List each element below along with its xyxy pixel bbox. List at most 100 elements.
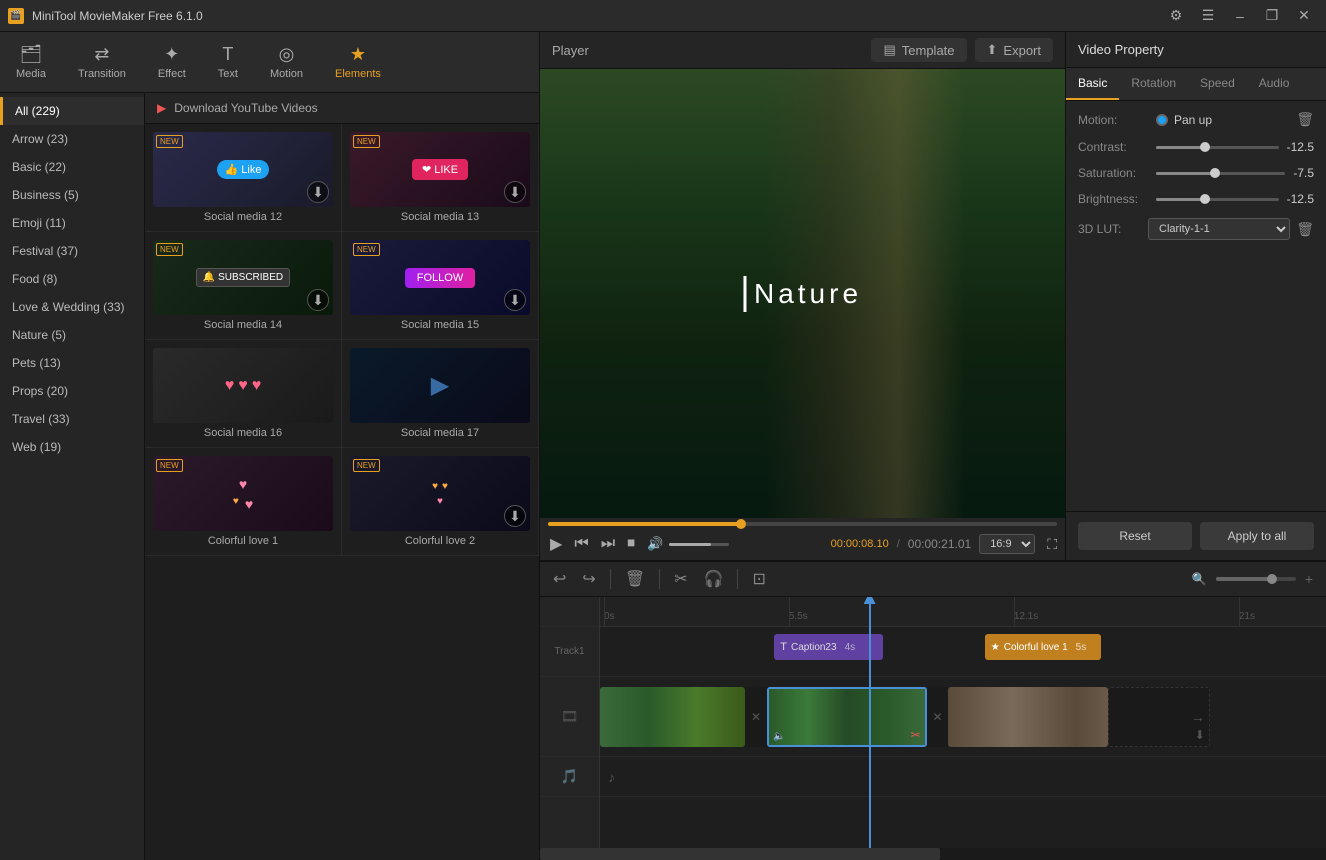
saturation-slider[interactable]	[1156, 172, 1285, 175]
sidebar-item-food[interactable]: Food (8)	[0, 265, 144, 293]
prev-button[interactable]: ⏮	[572, 533, 590, 555]
play-button[interactable]: ▶	[548, 532, 564, 556]
scrollbar-thumb[interactable]	[540, 848, 940, 860]
transition-icon: ⇄	[94, 44, 109, 65]
sm15-preview: FOLLOW	[405, 268, 475, 288]
tab-audio[interactable]: Audio	[1247, 68, 1302, 100]
brightness-slider[interactable]	[1156, 198, 1279, 201]
download-cl2-icon[interactable]: ⬇	[504, 505, 526, 527]
music-track-icon: 🎵	[561, 768, 578, 785]
motion-radio[interactable]	[1156, 114, 1168, 126]
download-sm13-icon[interactable]: ⬇	[504, 181, 526, 203]
toolbar-transition[interactable]: ⇄ Transition	[64, 38, 140, 86]
minimize-button[interactable]: –	[1226, 6, 1254, 26]
export-button[interactable]: ⬆ Export	[975, 38, 1053, 62]
toolbar-media[interactable]: 🗂 Media	[2, 38, 60, 86]
aspect-ratio-select[interactable]: 16:9 4:3 1:1	[979, 534, 1035, 554]
toolbar-elements[interactable]: ★ Elements	[321, 38, 395, 86]
undo-button[interactable]: ↩	[548, 566, 571, 592]
sidebar-item-love[interactable]: Love & Wedding (33)	[0, 293, 144, 321]
contrast-handle[interactable]	[1200, 142, 1210, 152]
sidebar-item-web[interactable]: Web (19)	[0, 433, 144, 461]
reset-button[interactable]: Reset	[1078, 522, 1192, 550]
download-sm15-icon[interactable]: ⬇	[504, 289, 526, 311]
timeline-content[interactable]: 0s 5.5s 12.1s 21s	[600, 597, 1326, 848]
element-cl1[interactable]: NEW ♥ ♥♥ Colorful love 1	[145, 448, 342, 556]
volume-slider[interactable]	[669, 543, 729, 546]
element-sm14[interactable]: NEW 🔔 SUBSCRIBED ⬇ Social media 14	[145, 232, 342, 340]
settings-button[interactable]: ⚙	[1162, 6, 1190, 26]
fullscreen-button[interactable]: ⛶	[1047, 536, 1057, 553]
playhead[interactable]	[869, 597, 871, 848]
zoom-handle[interactable]	[1267, 574, 1277, 584]
sidebar-item-basic[interactable]: Basic (22)	[0, 153, 144, 181]
timeline-scrollbar[interactable]	[540, 848, 1326, 860]
effect-icon: ✦	[164, 44, 179, 65]
volume-icon[interactable]: 🔊	[645, 534, 665, 554]
sidebar-item-business[interactable]: Business (5)	[0, 181, 144, 209]
ruler-0s: 0s	[604, 611, 615, 622]
element-sm15-label: Social media 15	[350, 319, 530, 331]
brightness-handle[interactable]	[1200, 194, 1210, 204]
player-panel: Player ▤ Template ⬆ Export	[540, 32, 1066, 560]
apply-all-button[interactable]: Apply to all	[1200, 522, 1314, 550]
download-sm14-icon[interactable]: ⬇	[307, 289, 329, 311]
element-sm12[interactable]: NEW 👍 Like ⬇ Social media 12	[145, 124, 342, 232]
zoom-slider[interactable]	[1216, 577, 1296, 581]
toolbar-motion[interactable]: ◎ Motion	[256, 38, 317, 86]
element-cl2[interactable]: NEW ♥♥ ♥ ⬇ Colorful love 2	[342, 448, 539, 556]
element-sm16[interactable]: ♥♥♥ Social media 16	[145, 340, 342, 448]
close-button[interactable]: ✕	[1290, 6, 1318, 26]
cl2-preview: ♥♥ ♥	[432, 481, 448, 507]
restore-button[interactable]: ❐	[1258, 6, 1286, 26]
element-sm15[interactable]: NEW FOLLOW ⬇ Social media 15	[342, 232, 539, 340]
transition-2[interactable]: ✕	[927, 687, 949, 747]
video-clip-1[interactable]	[600, 687, 745, 747]
element-item[interactable]: ★ Colorful love 1 5s	[985, 634, 1101, 660]
cut-button[interactable]: ✂	[669, 566, 692, 592]
audio-button[interactable]: 🎧	[699, 566, 729, 592]
zoom-add-icon[interactable]: +	[1300, 568, 1318, 590]
progress-bar[interactable]	[548, 522, 1057, 526]
tab-rotation[interactable]: Rotation	[1119, 68, 1188, 100]
mute-icon: 🔈	[773, 731, 785, 742]
contrast-slider[interactable]	[1156, 146, 1279, 149]
sidebar-item-pets[interactable]: Pets (13)	[0, 349, 144, 377]
crop-button[interactable]: ⊡	[747, 566, 770, 592]
sidebar-item-arrow[interactable]: Arrow (23)	[0, 125, 144, 153]
download-sm12-icon[interactable]: ⬇	[307, 181, 329, 203]
transition-1[interactable]: ✕	[745, 687, 767, 747]
element-sm13[interactable]: NEW ❤ LIKE ⬇ Social media 13	[342, 124, 539, 232]
delete-clip-button[interactable]: 🗑	[620, 566, 650, 592]
download-youtube-bar[interactable]: ▶ Download YouTube Videos	[145, 93, 539, 124]
saturation-handle[interactable]	[1210, 168, 1220, 178]
tab-speed[interactable]: Speed	[1188, 68, 1247, 100]
menu-button[interactable]: ☰	[1194, 6, 1222, 26]
template-button[interactable]: ▤ Template	[871, 38, 966, 62]
sidebar-item-emoji[interactable]: Emoji (11)	[0, 209, 144, 237]
sidebar-item-nature[interactable]: Nature (5)	[0, 321, 144, 349]
caption-item[interactable]: T Caption23 4s	[774, 634, 883, 660]
caption-icon: T	[780, 641, 787, 653]
progress-handle[interactable]	[736, 519, 746, 529]
stop-button[interactable]: ⏹	[625, 533, 637, 555]
video-clip-2-selected[interactable]: 🔈 ✂	[767, 687, 927, 747]
new-badge: NEW	[156, 135, 183, 148]
next-button[interactable]: ⏭	[599, 533, 617, 555]
sidebar-item-props[interactable]: Props (20)	[0, 377, 144, 405]
element-sm17[interactable]: ▶ Social media 17	[342, 340, 539, 448]
toolbar-text[interactable]: T Text	[204, 38, 252, 86]
contrast-fill	[1156, 146, 1205, 149]
sidebar-item-travel[interactable]: Travel (33)	[0, 405, 144, 433]
toolbar-effect[interactable]: ✦ Effect	[144, 38, 200, 86]
video-clip-3[interactable]	[948, 687, 1108, 747]
motion-delete-button[interactable]: 🗑	[1296, 111, 1314, 128]
lut-delete-button[interactable]: 🗑	[1296, 221, 1314, 238]
lut-select[interactable]: Clarity-1-1 None Vivid	[1148, 218, 1290, 240]
zoom-out-icon[interactable]: 🔍	[1187, 569, 1212, 589]
tab-basic[interactable]: Basic	[1066, 68, 1119, 100]
sidebar-item-all[interactable]: All (229)	[0, 97, 144, 125]
zoom-fill	[1216, 577, 1272, 581]
redo-button[interactable]: ↪	[577, 566, 600, 592]
sidebar-item-festival[interactable]: Festival (37)	[0, 237, 144, 265]
